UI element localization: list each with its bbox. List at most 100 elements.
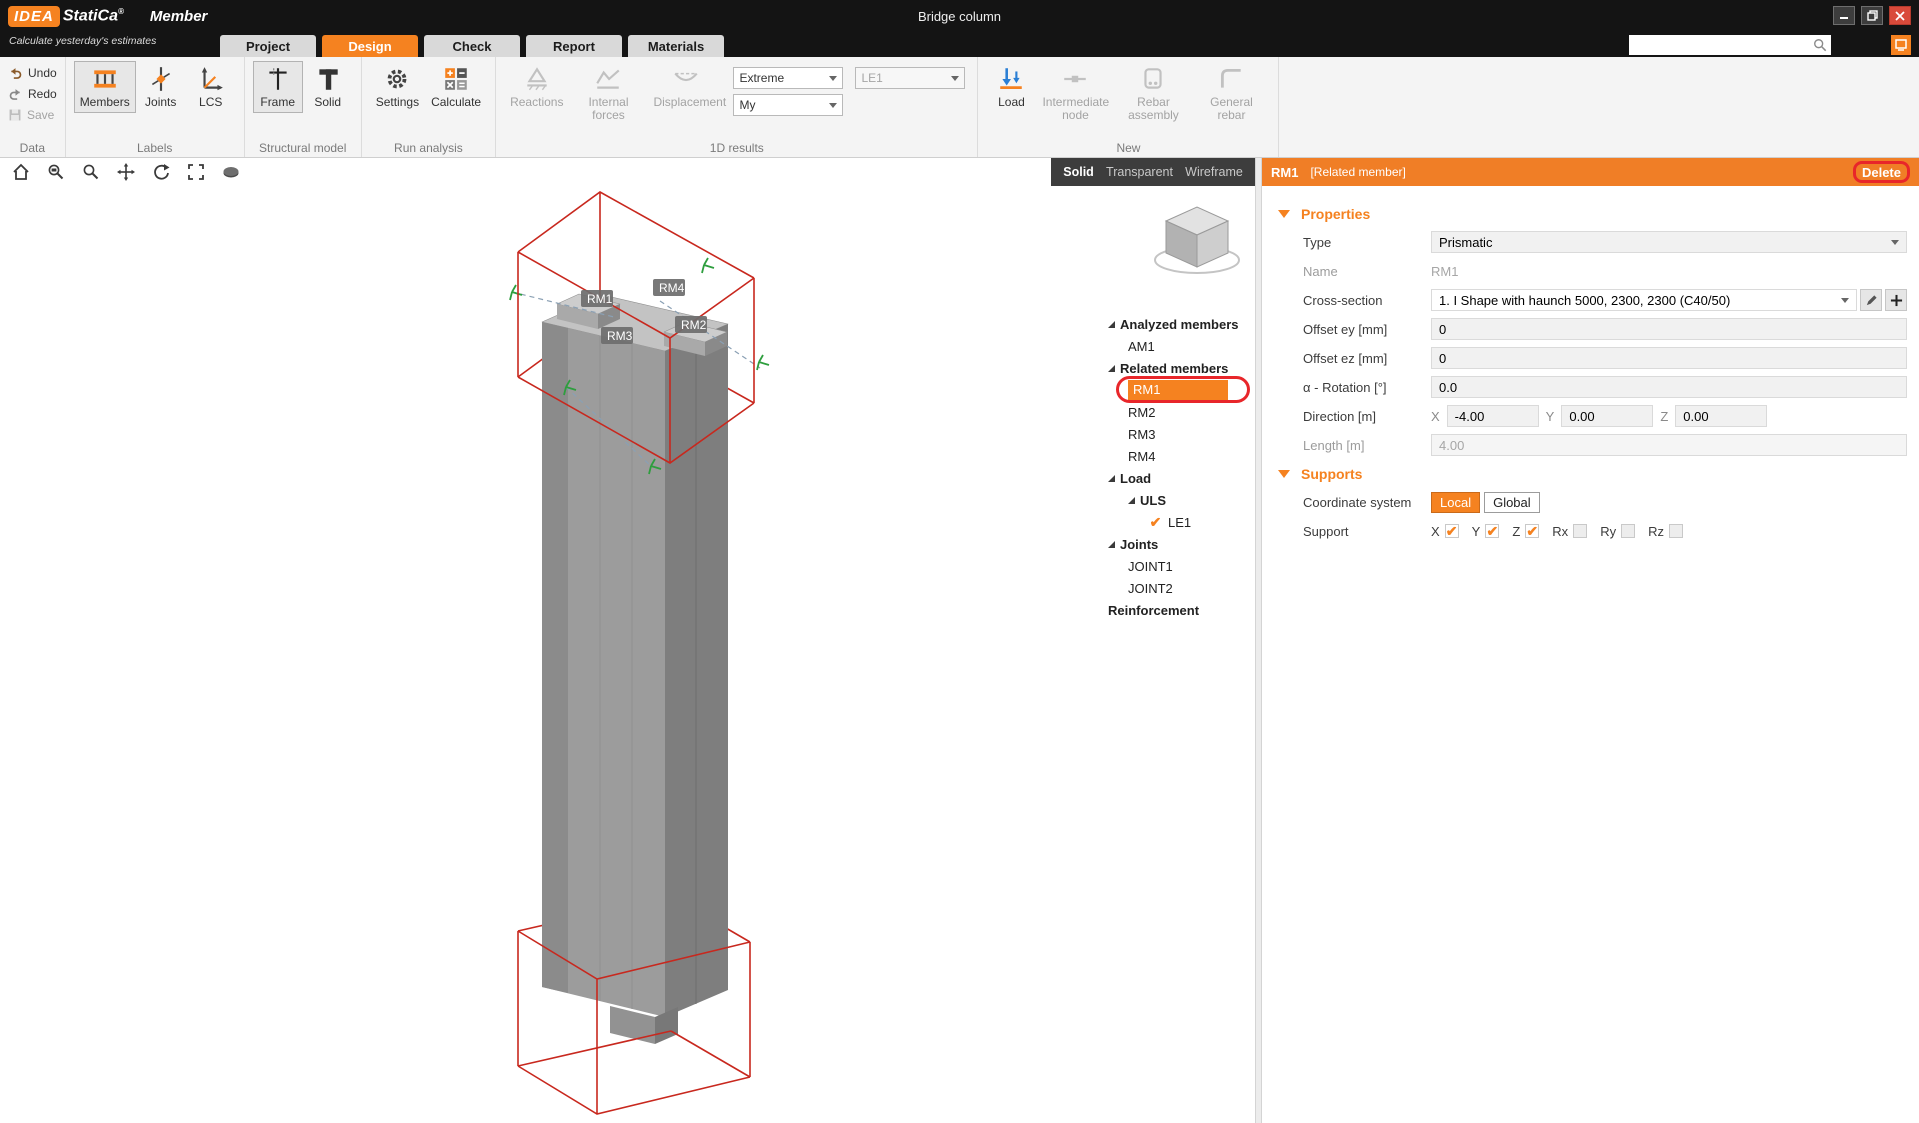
- component-dropdown[interactable]: My: [733, 94, 844, 116]
- search-icon[interactable]: [1813, 38, 1827, 52]
- expander-icon[interactable]: [1108, 364, 1115, 372]
- loadcase-dropdown[interactable]: LE1: [855, 67, 966, 89]
- internal-forces-button[interactable]: Internal forces: [569, 61, 647, 127]
- checkbox-icon[interactable]: ✔: [1525, 524, 1540, 538]
- lcs-button[interactable]: LCS: [186, 61, 236, 113]
- clipping-plane-button[interactable]: [220, 161, 242, 183]
- minimize-button[interactable]: [1833, 6, 1855, 25]
- calculate-button[interactable]: Calculate: [425, 61, 487, 113]
- add-cross-section-button[interactable]: [1885, 289, 1907, 311]
- window-title: Bridge column: [917, 9, 1002, 24]
- supports-section-header[interactable]: Supports: [1278, 466, 1907, 482]
- tab-check[interactable]: Check: [424, 35, 520, 57]
- extreme-dropdown[interactable]: Extreme: [733, 67, 844, 89]
- checkbox-icon[interactable]: ✔: [1485, 524, 1500, 538]
- name-label: Name: [1303, 263, 1338, 279]
- checkbox-icon[interactable]: [1573, 524, 1588, 538]
- tree-item-joint1[interactable]: JOINT1: [1100, 555, 1270, 577]
- support-check-x[interactable]: X ✔: [1431, 524, 1459, 539]
- home-view-button[interactable]: [10, 161, 32, 183]
- redo-button[interactable]: Redo: [8, 86, 57, 102]
- support-check-ry[interactable]: Ry: [1600, 524, 1636, 539]
- direction-x-label: X: [1431, 408, 1440, 424]
- coordinate-local-button[interactable]: Local: [1431, 491, 1481, 513]
- zoom-window-button[interactable]: [45, 161, 67, 183]
- offset-ey-input[interactable]: 0: [1431, 318, 1907, 340]
- zoom-button[interactable]: [80, 161, 102, 183]
- checkbox-icon[interactable]: [1668, 524, 1683, 538]
- properties-section-header[interactable]: Properties: [1278, 206, 1907, 222]
- support-check-z[interactable]: Z ✔: [1512, 524, 1540, 539]
- support-check-rz[interactable]: Rz: [1648, 524, 1683, 539]
- pencil-icon: [1866, 294, 1877, 305]
- tree-item-rm2[interactable]: RM2: [1100, 401, 1270, 423]
- direction-y-input[interactable]: 0.00: [1561, 405, 1654, 427]
- tree-item-load[interactable]: Load: [1100, 467, 1270, 489]
- reactions-icon: [527, 67, 547, 91]
- general-rebar-button[interactable]: General rebar: [1192, 61, 1270, 127]
- tree-item-joint2[interactable]: JOINT2: [1100, 577, 1270, 599]
- rotation-input[interactable]: 0.0: [1431, 376, 1907, 398]
- tree-item-am1[interactable]: AM1: [1100, 335, 1270, 357]
- solid-button[interactable]: Solid: [303, 61, 353, 113]
- type-dropdown[interactable]: Prismatic: [1431, 231, 1907, 253]
- close-button[interactable]: [1889, 6, 1911, 25]
- joints-button[interactable]: Joints: [136, 61, 186, 113]
- joints-icon: [151, 67, 170, 91]
- rotate-button[interactable]: [150, 161, 172, 183]
- settings-button[interactable]: Settings: [370, 61, 425, 113]
- undo-button[interactable]: Undo: [8, 65, 57, 81]
- tree-item-related-members[interactable]: Related members: [1100, 357, 1270, 379]
- expander-icon[interactable]: [1108, 474, 1115, 482]
- loadcase-checkbox[interactable]: ✔: [1148, 514, 1163, 530]
- tab-report[interactable]: Report: [526, 35, 622, 57]
- search-input[interactable]: [1633, 38, 1813, 52]
- displacement-button[interactable]: Displacement: [647, 61, 726, 113]
- load-button[interactable]: Load: [986, 61, 1036, 113]
- cross-section-dropdown[interactable]: 1. I Shape with haunch 5000, 2300, 2300 …: [1431, 289, 1857, 311]
- support-check-y[interactable]: Y ✔: [1472, 524, 1500, 539]
- edit-cross-section-button[interactable]: [1860, 289, 1882, 311]
- offset-ez-input[interactable]: 0: [1431, 347, 1907, 369]
- members-button[interactable]: Members: [73, 61, 136, 114]
- tree-item-rm3[interactable]: RM3: [1100, 423, 1270, 445]
- tree-item-reinforcement[interactable]: Reinforcement: [1100, 599, 1270, 621]
- mode-wireframe[interactable]: Wireframe: [1185, 165, 1243, 179]
- rebar-assembly-button[interactable]: Rebar assembly: [1114, 61, 1192, 127]
- viewport-3d: Solid Transparent Wireframe RM1 RM4 RM2 …: [0, 158, 1256, 1123]
- feedback-icon: [1895, 39, 1907, 51]
- direction-z-input[interactable]: 0.00: [1675, 405, 1768, 427]
- tab-materials[interactable]: Materials: [628, 35, 724, 57]
- expander-icon[interactable]: [1128, 496, 1135, 504]
- reactions-button[interactable]: Reactions: [504, 61, 569, 113]
- checkbox-icon[interactable]: ✔: [1444, 524, 1459, 538]
- tree-item-joints[interactable]: Joints: [1100, 533, 1270, 555]
- expander-icon[interactable]: [1108, 540, 1115, 548]
- app-logo: IDEA StatiCa® Member: [8, 6, 207, 27]
- intermediate-node-button[interactable]: Intermediate node: [1036, 61, 1114, 127]
- tree-item-le1[interactable]: ✔ LE1: [1100, 511, 1270, 533]
- checkbox-icon[interactable]: [1621, 524, 1636, 538]
- coordinate-global-button[interactable]: Global: [1484, 491, 1540, 513]
- pan-button[interactable]: [115, 161, 137, 183]
- zoom-fit-button[interactable]: [185, 161, 207, 183]
- tab-design[interactable]: Design: [322, 35, 418, 57]
- expander-icon[interactable]: [1108, 320, 1115, 328]
- save-button[interactable]: Save: [8, 107, 57, 123]
- delete-button[interactable]: Delete: [1852, 161, 1910, 183]
- mode-solid[interactable]: Solid: [1063, 165, 1094, 179]
- scene-3d[interactable]: RM1 RM4 RM2 RM3: [0, 186, 1270, 1123]
- tab-project[interactable]: Project: [220, 35, 316, 57]
- tree-item-rm1[interactable]: RM1: [1100, 376, 1270, 403]
- restore-button[interactable]: [1861, 6, 1883, 25]
- tree-item-analyzed-members[interactable]: Analyzed members: [1100, 313, 1270, 335]
- mode-transparent[interactable]: Transparent: [1106, 165, 1173, 179]
- tree-item-rm4[interactable]: RM4: [1100, 445, 1270, 467]
- support-check-rx[interactable]: Rx: [1552, 524, 1588, 539]
- navigation-cube[interactable]: [1147, 198, 1247, 290]
- tree-item-uls[interactable]: ULS: [1100, 489, 1270, 511]
- frame-button[interactable]: Frame: [252, 61, 303, 114]
- coordinate-system-label: Coordinate system: [1303, 494, 1412, 510]
- feedback-button[interactable]: [1891, 35, 1911, 55]
- direction-x-input[interactable]: -4.00: [1446, 405, 1539, 427]
